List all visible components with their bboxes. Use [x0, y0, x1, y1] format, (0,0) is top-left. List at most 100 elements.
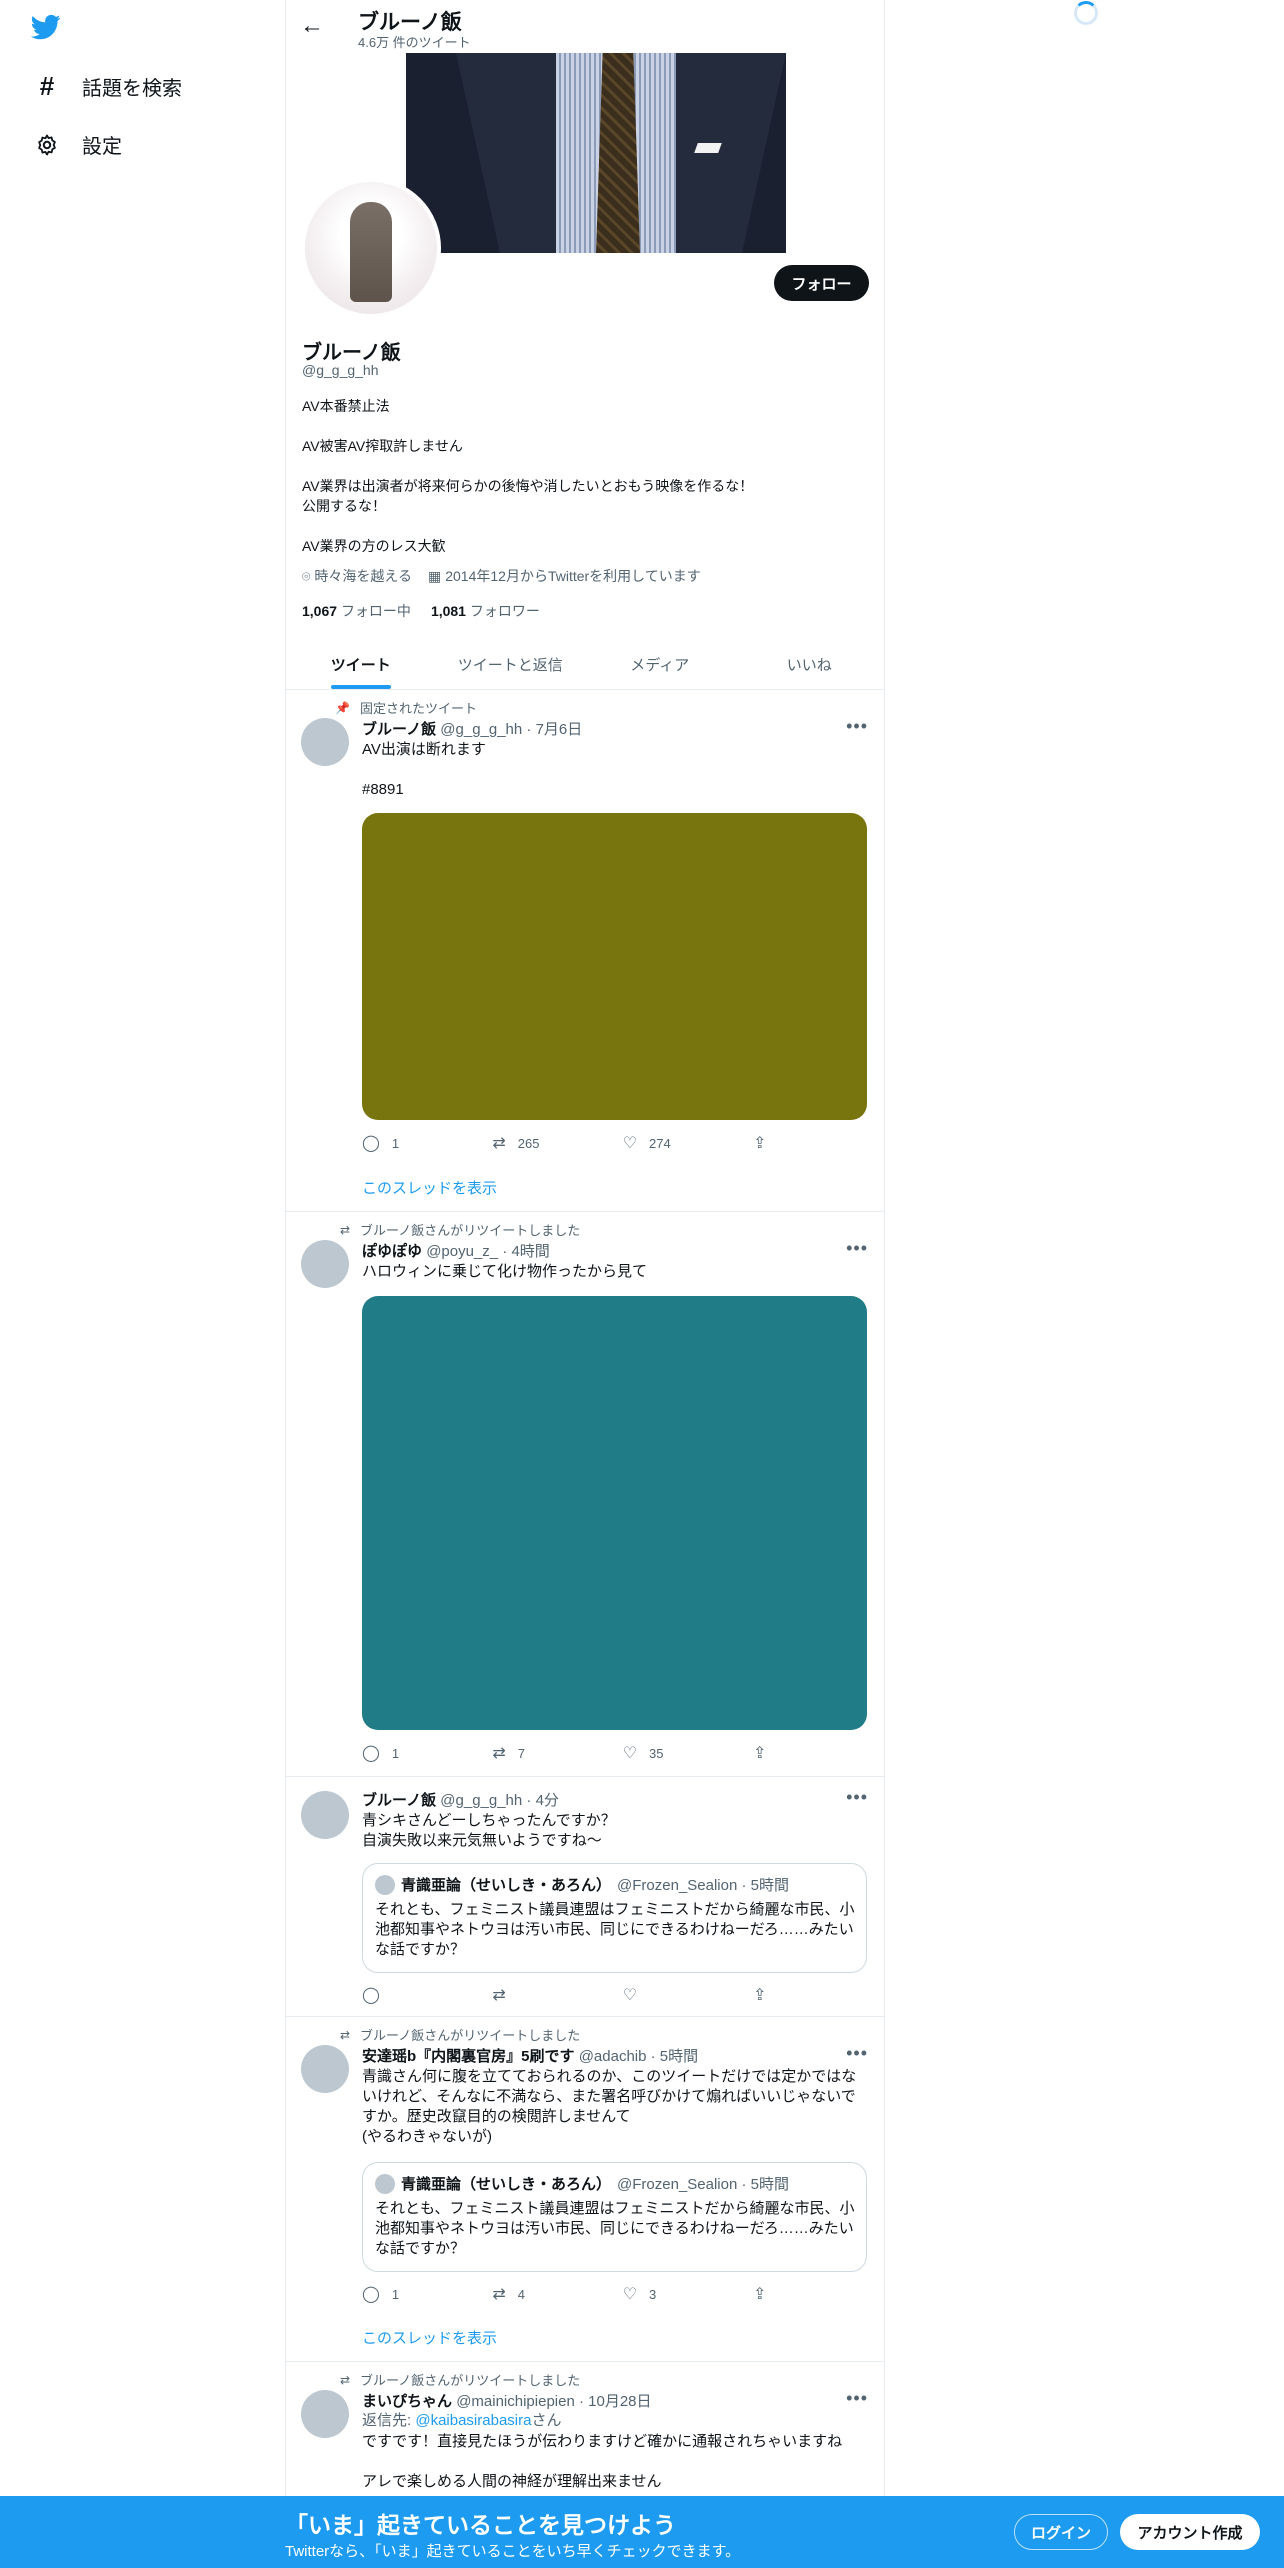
retweet-icon: ⇄	[339, 1222, 350, 1237]
tab-likes[interactable]: いいね	[735, 640, 885, 689]
tweet-media[interactable]	[362, 1296, 867, 1730]
tweet-avatar[interactable]	[301, 1240, 349, 1288]
quote-text: それとも、フェミニスト議員連盟はフェミニストだから綺麗な市民、小池都知事やネトウ…	[375, 1901, 855, 1958]
following-count: 1,067	[302, 603, 338, 619]
bio-line: AV業界は出演者が将来何らかの後悔や消したいとおもう映像を作るな！ 公開するな！	[302, 478, 754, 514]
pin-icon: 📌	[335, 700, 350, 715]
like-button[interactable]: ♡	[623, 1985, 753, 2005]
like-button[interactable]: ♡ 274	[623, 1133, 753, 1153]
tweet[interactable]: 📌 固定されたツイート ブルーノ飯 @g_g_g_hh · 7月6日 ••• AV…	[286, 690, 884, 1212]
tweet-actions: ◯ ⇄ ♡ ⇪	[362, 1985, 782, 2005]
retweet-icon: ⇄	[339, 2372, 350, 2387]
quoted-tweet[interactable]: 青識亜論（せいしき・あろん） @Frozen_Sealion · 5時間 それとも…	[362, 1863, 867, 1973]
tweet[interactable]: ⇄ ブルーノ飯さんがリツイートしました 安達瑶b『内閣裏官房』5刷です @adac…	[286, 2017, 884, 2362]
tweet-author[interactable]: ブルーノ飯	[362, 721, 436, 738]
banner-tie	[596, 53, 640, 253]
followers-link[interactable]: 1,081 フォロワー	[431, 601, 540, 621]
nav-settings[interactable]: 設定	[34, 130, 122, 159]
tweet-actions: ◯ 1 ⇄ 7 ♡ 35 ⇪	[362, 1743, 782, 1763]
tweet-avatar[interactable]	[301, 2390, 349, 2438]
like-button[interactable]: ♡ 3	[623, 2284, 753, 2304]
profile-avatar[interactable]	[301, 178, 441, 318]
tweet-text: ハロウィンに乗じて化け物作ったから見て	[362, 1263, 648, 1280]
location-text: 時々海を越える	[314, 568, 412, 584]
tweet-author[interactable]: ブルーノ飯	[362, 1792, 436, 1809]
more-options-icon[interactable]: •••	[846, 716, 868, 737]
retweet-count: 4	[517, 2286, 525, 2302]
tab-media[interactable]: メディア	[585, 640, 735, 689]
back-arrow-icon[interactable]: ←	[300, 12, 324, 40]
share-button[interactable]: ⇪	[753, 1985, 782, 2005]
retweet-button[interactable]: ⇄ 4	[492, 2284, 622, 2304]
tab-tweets[interactable]: ツイート	[286, 640, 436, 689]
twitter-logo-icon[interactable]	[30, 12, 66, 42]
tweet-header: ぽゆぽゆ @poyu_z_ · 4時間	[362, 1240, 550, 1261]
tweet-avatar[interactable]	[301, 718, 349, 766]
location-pin-icon: ⌾	[302, 568, 311, 584]
following-link[interactable]: 1,067 フォロー中	[302, 601, 411, 621]
profile-handle: @g_g_g_hh	[302, 362, 379, 378]
reply-button[interactable]: ◯ 1	[362, 2284, 492, 2304]
tweet-author[interactable]: 安達瑶b『内閣裏官房』5刷です	[362, 2048, 575, 2065]
tab-tweets-replies[interactable]: ツイートと返信	[436, 640, 586, 689]
profile-joined: ▦ 2014年12月からTwitterを利用しています	[428, 566, 701, 586]
quote-meta: @Frozen_Sealion · 5時間	[617, 1877, 789, 1894]
retweet-button[interactable]: ⇄	[492, 1985, 622, 2005]
more-options-icon[interactable]: •••	[846, 2043, 868, 2064]
tweet[interactable]: ブルーノ飯 @g_g_g_hh · 4分 ••• 青シキさんどーしちゃったんです…	[286, 1777, 884, 2017]
login-button[interactable]: ログイン	[1014, 2514, 1108, 2550]
tweet-author[interactable]: ぽゆぽゆ	[362, 1243, 422, 1260]
reply-button[interactable]: ◯ 1	[362, 1743, 492, 1763]
banner-pocket-square	[694, 143, 722, 153]
tweet-meta: @g_g_g_hh · 4分	[440, 1792, 559, 1809]
more-options-icon[interactable]: •••	[846, 1238, 868, 1259]
like-count: 274	[649, 1135, 671, 1151]
tweet-author[interactable]: まいぴちゃん	[362, 2393, 452, 2410]
share-button[interactable]: ⇪	[753, 1743, 782, 1763]
tweet-text: 青シキさんどーしちゃったんですか？ 自演失敗以来元気無いようですね～	[362, 1812, 616, 1849]
tweet-context: ⇄ ブルーノ飯さんがリツイートしました	[326, 2370, 580, 2389]
reply-button[interactable]: ◯ 1	[362, 1133, 492, 1153]
reply-count: 1	[391, 1745, 400, 1761]
tweet-header: 安達瑶b『内閣裏官房』5刷です @adachib · 5時間	[362, 2045, 698, 2066]
retweet-button[interactable]: ⇄ 265	[492, 1133, 622, 1153]
profile-meta: ⌾ 時々海を越える ▦ 2014年12月からTwitterを利用しています	[302, 566, 701, 586]
more-options-icon[interactable]: •••	[846, 1787, 868, 1808]
signup-prompt-title: 「いま」起きていることを見つけよう	[285, 2512, 676, 2538]
quote-author: 青識亜論（せいしき・あろん）	[401, 1877, 612, 1894]
tweet-text: ですです！直接見たほうが伝わりますけど確かに通報されちゃいますね アレで楽しめる…	[362, 2433, 843, 2490]
reply-icon: ◯	[362, 1987, 380, 2004]
tweet-context: ⇄ ブルーノ飯さんがリツイートしました	[326, 2025, 580, 2044]
reply-count: 1	[391, 1135, 400, 1151]
quote-author: 青識亜論（せいしき・あろん）	[401, 2176, 612, 2193]
reply-to-link[interactable]: @kaibasirabasira	[415, 2412, 531, 2429]
heart-icon: ♡	[622, 1987, 638, 2004]
show-thread-link[interactable]: このスレッドを表示	[362, 1177, 497, 1198]
like-count: 35	[649, 1745, 664, 1761]
nav-explore[interactable]: # 話題を検索	[34, 71, 182, 101]
quoted-tweet[interactable]: 青識亜論（せいしき・あろん） @Frozen_Sealion · 5時間 それとも…	[362, 2162, 867, 2272]
tweet-media[interactable]	[362, 813, 867, 1120]
retweet-button[interactable]: ⇄ 7	[492, 1743, 622, 1763]
follow-button[interactable]: フォロー	[774, 265, 869, 301]
tweet-header: ブルーノ飯 @g_g_g_hh · 7月6日	[362, 718, 582, 739]
retweet-count: 7	[517, 1745, 525, 1761]
context-text: 固定されたツイート	[360, 701, 478, 716]
show-thread-link[interactable]: このスレッドを表示	[362, 2327, 497, 2348]
retweet-icon: ⇄	[492, 1135, 506, 1152]
reply-button[interactable]: ◯	[362, 1985, 492, 2005]
tweet[interactable]: ⇄ ブルーノ飯さんがリツイートしました ぽゆぽゆ @poyu_z_ · 4時間 •…	[286, 1212, 884, 1777]
signup-button[interactable]: アカウント作成	[1120, 2514, 1260, 2550]
tweet-header: ブルーノ飯 @g_g_g_hh · 4分	[362, 1789, 559, 1810]
following-label: フォロー中	[340, 603, 411, 619]
quote-avatar	[375, 1874, 395, 1895]
tweet-avatar[interactable]	[301, 1791, 349, 1839]
more-options-icon[interactable]: •••	[846, 2388, 868, 2409]
share-button[interactable]: ⇪	[753, 1133, 782, 1153]
signup-prompt-subtitle: Twitterなら、「いま」起きていることをいち早くチェックできます。	[285, 2543, 741, 2560]
like-button[interactable]: ♡ 35	[623, 1743, 753, 1763]
share-icon: ⇪	[753, 1135, 767, 1152]
tweet-header: まいぴちゃん @mainichipiepien · 10月28日	[362, 2390, 652, 2411]
share-button[interactable]: ⇪	[753, 2284, 782, 2304]
tweet-avatar[interactable]	[301, 2045, 349, 2093]
